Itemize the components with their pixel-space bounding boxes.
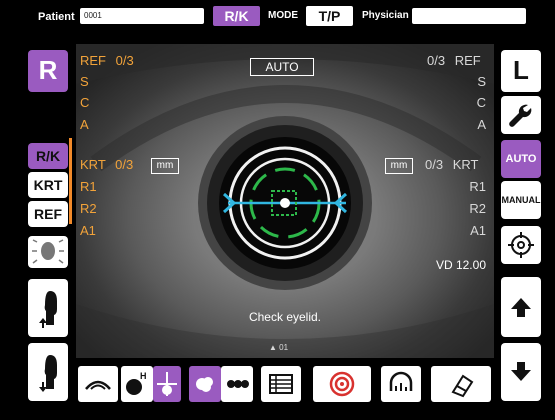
move-up-button[interactable] — [501, 277, 541, 337]
target-icon — [329, 371, 355, 397]
top-bar: Patient 0001 R/K MODE T/P Physician — [0, 0, 555, 44]
krt-left-count: 0/3 — [115, 157, 134, 172]
fog-icon — [196, 377, 213, 392]
krt-right-count: 0/3 — [425, 157, 444, 172]
ref-right-label: REF — [454, 53, 481, 68]
counter-value: 01 — [279, 343, 289, 352]
krt-right-r1: R1 — [469, 179, 486, 194]
manual-mode-button[interactable]: MANUAL — [501, 181, 541, 219]
head-position-button[interactable] — [28, 236, 68, 268]
fog-on-button[interactable] — [189, 366, 221, 402]
measure-button[interactable] — [313, 366, 371, 402]
chin-rest-down-button[interactable] — [28, 343, 68, 401]
align-target-icon — [157, 372, 177, 396]
tp-button[interactable]: T/P — [306, 6, 353, 26]
auto-badge: AUTO — [250, 58, 314, 76]
ref-left-label: REF — [80, 53, 106, 68]
eraser-icon — [451, 374, 474, 398]
eye-open-icon — [85, 380, 111, 390]
mode-label: MODE — [268, 10, 298, 21]
crosshair-target-icon — [508, 232, 534, 258]
head-tilt-button[interactable]: H — [121, 366, 153, 402]
fog-off-button[interactable] — [221, 366, 253, 402]
krt-left-label: KRT — [80, 157, 106, 172]
krt-left-r2: R2 — [80, 201, 97, 216]
krt-left-unit: mm — [151, 158, 179, 174]
ref-right-s: S — [477, 74, 486, 89]
eye-camera-view: AUTO REF 0/3 S C A 0/3 REF S C A KRT 0/3… — [76, 44, 494, 358]
auto-mode-button[interactable]: AUTO — [501, 140, 541, 178]
table-icon — [269, 374, 293, 394]
chart-print-icon — [389, 371, 413, 391]
arrow-up-icon — [511, 298, 531, 317]
chin-rest-up-button[interactable] — [28, 279, 68, 337]
vertex-distance: VD 12.00 — [435, 258, 486, 272]
krt-left-header: KRT 0/3 — [80, 157, 133, 172]
status-message: Check eyelid. — [248, 310, 322, 324]
camera-icon: ▲ — [269, 343, 277, 352]
krt-right-label: KRT — [452, 157, 479, 172]
patient-label: Patient — [38, 11, 75, 23]
ref-right-c: C — [476, 95, 486, 110]
svg-text:H: H — [140, 371, 147, 381]
ref-right-a: A — [477, 117, 486, 132]
right-eye-button[interactable]: R — [28, 50, 68, 92]
physician-label: Physician — [362, 10, 409, 21]
ref-right-header: 0/3 REF — [427, 53, 481, 68]
target-align-button[interactable] — [501, 226, 541, 264]
eyelid-button[interactable] — [78, 366, 118, 402]
ref-left-header: REF 0/3 — [80, 53, 134, 68]
krt-left-r1: R1 — [80, 179, 97, 194]
data-table-button[interactable] — [261, 366, 301, 402]
arrow-down-icon — [511, 362, 531, 381]
patient-id-field[interactable]: 0001 — [80, 8, 204, 24]
mode-indicator — [69, 138, 72, 224]
physician-field[interactable] — [412, 8, 526, 24]
mode-ref-button[interactable]: REF — [28, 201, 68, 227]
chin-up-icon — [39, 291, 57, 328]
rk-mode-button[interactable]: R/K — [213, 6, 260, 26]
krt-right-r2: R2 — [469, 201, 486, 216]
ref-left-count: 0/3 — [115, 53, 134, 68]
left-eye-button[interactable]: L — [501, 50, 541, 92]
krt-right-header: 0/3 KRT — [425, 157, 478, 172]
krt-right-unit: mm — [385, 158, 413, 174]
head-alignment-icon — [32, 239, 64, 264]
chin-down-icon — [39, 355, 57, 392]
clear-button[interactable] — [431, 366, 491, 402]
print-button[interactable] — [381, 366, 421, 402]
move-down-button[interactable] — [501, 343, 541, 401]
mode-krt-button[interactable]: KRT — [28, 172, 68, 198]
fog-dots-icon — [227, 380, 249, 388]
ref-left-c: C — [80, 95, 90, 110]
wrench-icon — [509, 104, 532, 127]
alignment-button[interactable] — [153, 366, 181, 402]
capture-counter: ▲ 01 — [269, 343, 288, 352]
ref-right-count: 0/3 — [427, 53, 446, 68]
ref-left-s: S — [80, 74, 89, 89]
krt-left-a1: A1 — [80, 223, 96, 238]
krt-right-a1: A1 — [470, 223, 486, 238]
ref-left-a: A — [80, 117, 89, 132]
mode-rk-button[interactable]: R/K — [28, 143, 68, 169]
head-h-icon: H — [126, 371, 147, 395]
settings-button[interactable] — [501, 96, 541, 134]
